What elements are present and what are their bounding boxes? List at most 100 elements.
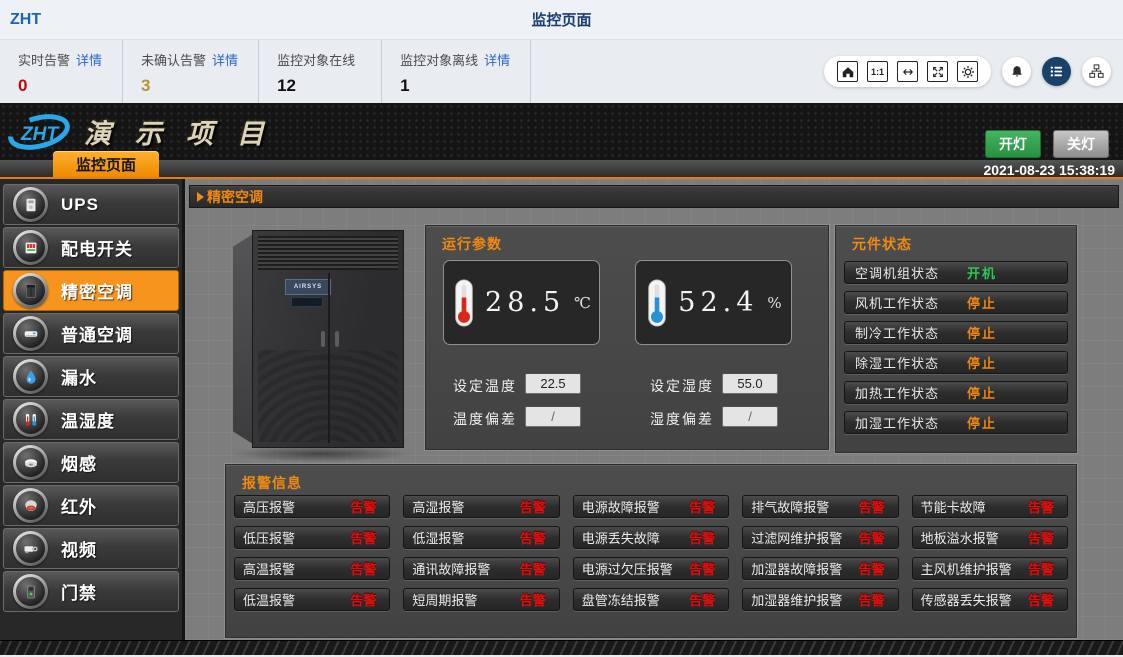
status-row: 加湿工作状态 停止: [844, 411, 1068, 434]
zht-logo: ZHT: [0, 109, 72, 155]
ac-door-handle: [335, 331, 339, 347]
home-icon[interactable]: [837, 61, 858, 82]
ac-door-handle: [321, 331, 325, 347]
sidebar-item-smoke[interactable]: 烟感: [3, 442, 179, 483]
toolbar: 1:1: [824, 40, 1123, 103]
alarm-label: 电源过欠压报警: [582, 559, 673, 578]
status-row: 除湿工作状态 停止: [844, 351, 1068, 374]
content-area: 精密空调 AIRSYS 运行参数: [185, 179, 1123, 640]
sidebar-item-infrared[interactable]: 红外: [3, 485, 179, 526]
alarm-status: 告警: [520, 559, 546, 578]
one-to-one-icon[interactable]: 1:1: [867, 61, 888, 82]
alarm-info-title: 报警信息: [226, 465, 1076, 493]
temp-dev-label: 温度偏差: [453, 409, 517, 429]
sidebar-item-normal-ac[interactable]: 普通空调: [3, 313, 179, 354]
stats-bar: 实时告警详情 0 未确认告警详情 3 监控对象在线 12 监控对象离线详情 1 …: [0, 40, 1123, 103]
fit-width-icon[interactable]: [897, 61, 918, 82]
alarm-status: 告警: [1028, 559, 1054, 578]
fullscreen-icon[interactable]: [927, 61, 948, 82]
alarm-status: 告警: [350, 497, 376, 516]
status-row: 风机工作状态 停止: [844, 291, 1068, 314]
sidebar: UPS 配电开关 精密空调 普通空调 漏水: [0, 179, 185, 640]
sidebar-item-ups[interactable]: UPS: [3, 184, 179, 225]
status-label: 除湿工作状态: [855, 353, 939, 372]
alarm-label: 高湿报警: [412, 497, 464, 516]
alarm-status: 告警: [859, 528, 885, 547]
status-value: 停止: [967, 293, 997, 312]
sidebar-item-power-switch[interactable]: 配电开关: [3, 227, 179, 268]
run-params-title: 运行参数: [426, 226, 828, 254]
humidity-value: 52.4: [678, 287, 758, 318]
zht-logo-text: ZHT: [20, 124, 59, 145]
stat-objects-online: 监控对象在线 12: [273, 40, 382, 103]
ac-display: [291, 297, 323, 307]
sidebar-item-temp-humidity[interactable]: 温湿度: [3, 399, 179, 440]
details-link[interactable]: 详情: [76, 53, 102, 68]
alarm-tile: 加湿器维护报警告警: [742, 588, 898, 611]
sidebar-item-label: 漏水: [61, 364, 97, 389]
thermometer-blue-icon: [645, 278, 669, 328]
alarm-status: 告警: [350, 590, 376, 609]
sidebar-item-label: 红外: [61, 493, 97, 518]
sitemap-icon[interactable]: [1082, 57, 1111, 86]
alarm-tile: 排气故障报警告警: [742, 495, 898, 518]
alarm-label: 通讯故障报警: [412, 559, 490, 578]
ac-side-panel: [233, 234, 253, 444]
set-temp-value[interactable]: 22.5: [525, 373, 581, 394]
element-status-title: 元件状态: [836, 226, 1076, 254]
alarm-label: 盘管冻结报警: [582, 590, 660, 609]
details-link[interactable]: 详情: [212, 53, 238, 68]
ac-unit-image: AIRSYS: [225, 224, 417, 462]
alarm-tile: 低湿报警告警: [403, 526, 559, 549]
light-off-button[interactable]: 关灯: [1053, 130, 1109, 158]
alarm-tile: 盘管冻结报警告警: [573, 588, 729, 611]
temperature-display: 28.5 ℃: [443, 260, 600, 345]
sidebar-item-door-access[interactable]: 门禁: [3, 571, 179, 612]
status-label: 加热工作状态: [855, 383, 939, 402]
alarm-status: 告警: [1028, 590, 1054, 609]
alarm-status: 告警: [520, 497, 546, 516]
set-hum-value[interactable]: 55.0: [722, 373, 778, 394]
status-label: 空调机组状态: [855, 263, 939, 282]
smoke-detector-icon: [13, 445, 48, 480]
sidebar-item-label: 门禁: [61, 579, 97, 604]
sidebar-item-water-leak[interactable]: 漏水: [3, 356, 179, 397]
alarm-tile: 传感器丢失报警告警: [912, 588, 1068, 611]
thermometer-red-icon: [452, 278, 476, 328]
infrared-icon: [13, 488, 48, 523]
alarm-tile: 高温报警 告警: [234, 557, 390, 580]
stat-value: 0: [18, 76, 102, 96]
alarm-tile: 低温报警告警: [234, 588, 390, 611]
alarm-info-panel: 报警信息 高压报警告警 高湿报警告警 电源故障报警告警 排气故障报警告警 节能卡…: [225, 464, 1077, 638]
sidebar-item-video[interactable]: 视频: [3, 528, 179, 569]
alarm-label: 过滤网维护报警: [751, 528, 842, 547]
list-icon[interactable]: [1042, 57, 1071, 86]
run-params-panel: 运行参数 28.5 ℃ 52.4 %: [425, 225, 829, 450]
page-title: 监控页面: [531, 9, 591, 30]
alarm-status: 告警: [859, 590, 885, 609]
alarm-tile: 节能卡故障告警: [912, 495, 1068, 518]
ac-shadow: [229, 446, 413, 462]
alarm-status: 告警: [689, 497, 715, 516]
alarm-label: 高温报警: [243, 559, 295, 578]
stat-unconfirmed-alarms: 未确认告警详情 3: [137, 40, 259, 103]
alarm-status: 告警: [350, 559, 376, 578]
section-header: 精密空调: [189, 185, 1119, 208]
light-on-button[interactable]: 开灯: [985, 130, 1041, 158]
alarm-label: 排气故障报警: [751, 497, 829, 516]
settings-icon[interactable]: [957, 61, 978, 82]
status-value: 停止: [967, 353, 997, 372]
section-title: 精密空调: [207, 187, 263, 207]
stat-value: 3: [141, 76, 238, 96]
tab-monitor-page[interactable]: 监控页面: [53, 151, 159, 177]
sidebar-item-precision-ac[interactable]: 精密空调: [3, 270, 179, 311]
alarm-label: 加湿器维护报警: [751, 590, 842, 609]
brand-logo[interactable]: ZHT: [0, 11, 41, 29]
alarm-label: 主风机维护报警: [921, 559, 1012, 578]
bell-icon[interactable]: [1002, 57, 1031, 86]
details-link[interactable]: 详情: [484, 53, 510, 68]
water-drop-icon: [13, 359, 48, 394]
alarm-label: 低湿报警: [412, 528, 464, 547]
alarm-tile: 电源过欠压报警告警: [573, 557, 729, 580]
camera-icon: [13, 531, 48, 566]
